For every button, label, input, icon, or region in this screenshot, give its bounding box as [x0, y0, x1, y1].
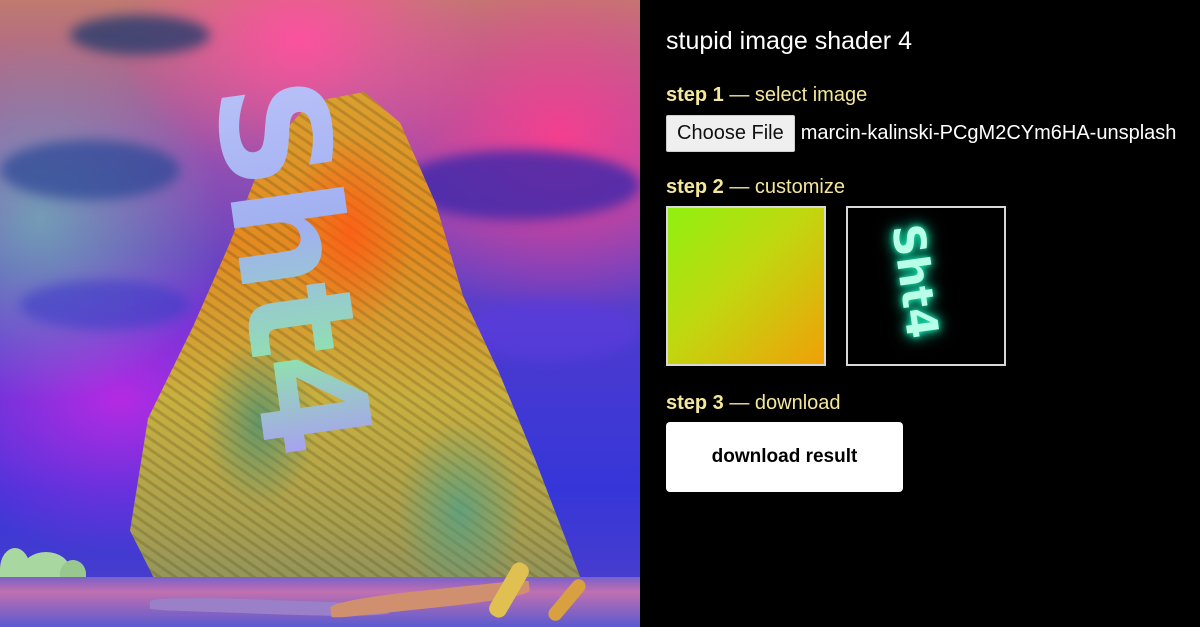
file-input[interactable]: Choose File marcin-kalinski-PCgM2CYm6HA-…: [666, 115, 1176, 152]
controls-panel: stupid image shader 4 step 1 — select im…: [640, 0, 1200, 627]
step-3-number: step 3: [666, 392, 724, 414]
step-2-label: — customize: [723, 176, 845, 198]
customize-options: Sht4: [666, 206, 1006, 366]
cloud: [0, 140, 180, 200]
page-title: stupid image shader 4: [666, 27, 912, 55]
result-image: Sht4: [0, 0, 640, 627]
step-3-heading: step 3 — download: [666, 392, 841, 415]
step-1-heading: step 1 — select image: [666, 84, 867, 107]
gradient-swatch[interactable]: [666, 206, 826, 366]
choose-file-button[interactable]: Choose File: [666, 115, 795, 152]
step-3-label: — download: [723, 392, 841, 414]
step-1-number: step 1: [666, 84, 724, 106]
text-style-preview: Sht4: [881, 220, 948, 342]
app-root: Sht4 stupid image shader 4 step 1 — sele…: [0, 0, 1200, 627]
cloud: [20, 280, 190, 330]
step-2-number: step 2: [666, 176, 724, 198]
step-2-heading: step 2 — customize: [666, 176, 845, 199]
text-style-swatch[interactable]: Sht4: [846, 206, 1006, 366]
step-1-label: — select image: [723, 84, 868, 106]
download-result-button[interactable]: download result: [666, 422, 903, 492]
cloud: [70, 15, 210, 55]
selected-file-name: marcin-kalinski-PCgM2CYm6HA-unsplash: [800, 122, 1177, 144]
